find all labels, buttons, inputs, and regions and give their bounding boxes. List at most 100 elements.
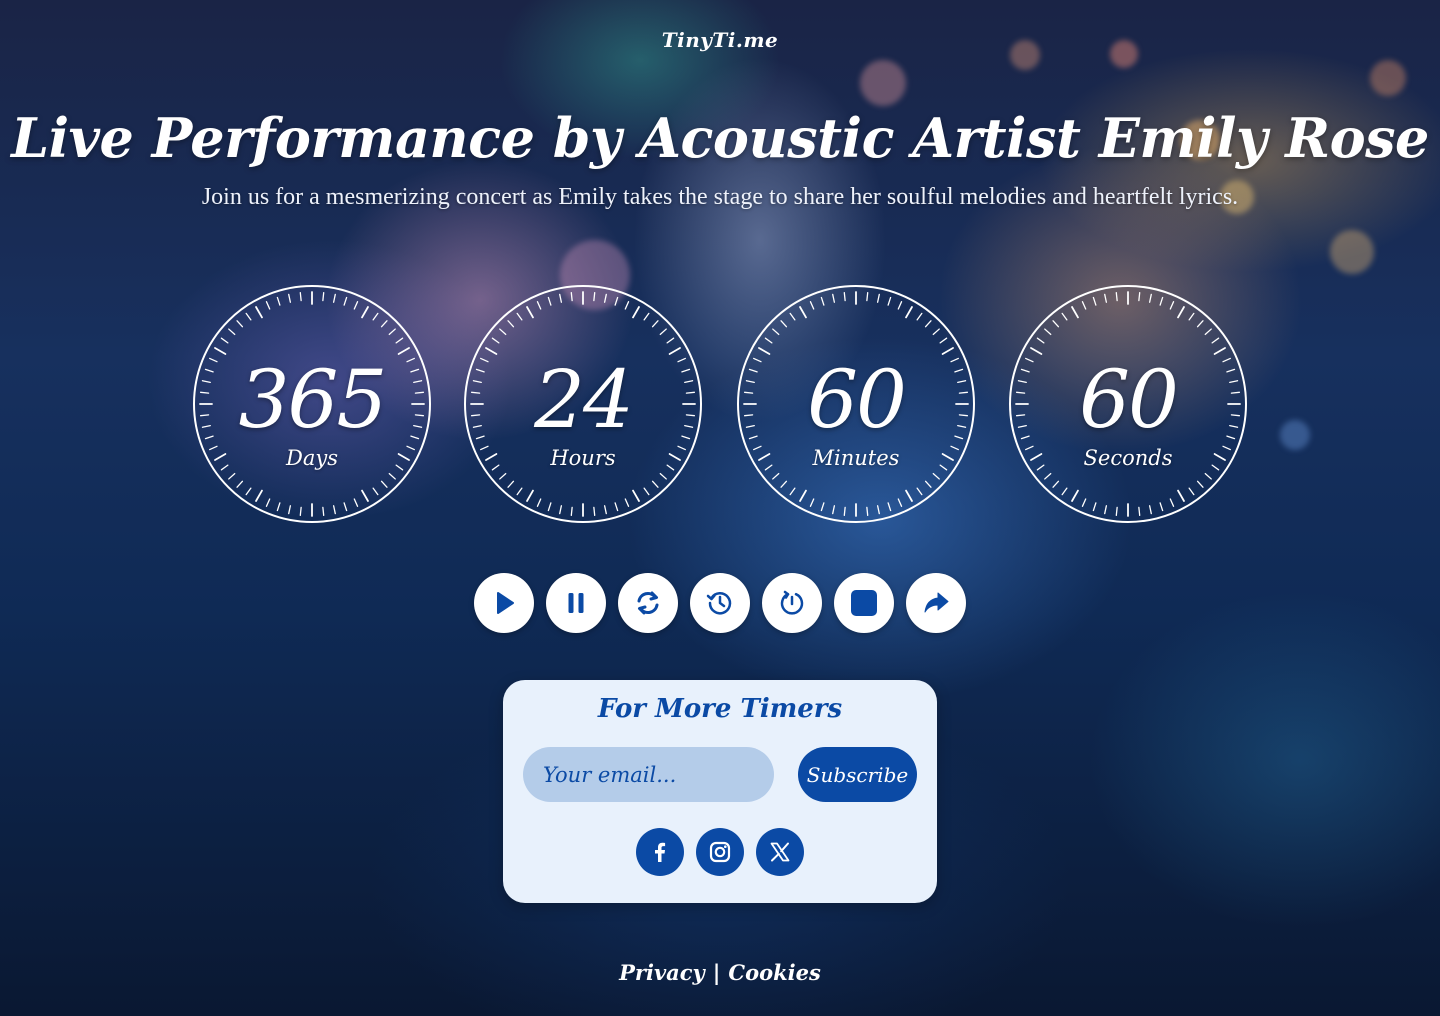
clock-tick <box>809 498 815 507</box>
clock-tick <box>1148 293 1152 303</box>
clock-tick <box>924 480 932 488</box>
email-input[interactable] <box>523 747 774 802</box>
clock-tick <box>1052 320 1060 328</box>
clock-tick <box>1104 505 1108 515</box>
countdown-unit: Hours <box>550 446 616 470</box>
clock-tick <box>916 312 923 321</box>
clock-tick <box>228 328 236 336</box>
clock-tick <box>887 296 892 306</box>
clock-tick <box>624 498 630 507</box>
countdown-value: 24 <box>534 353 634 446</box>
clock-tick <box>499 328 507 336</box>
instagram-link[interactable] <box>696 828 744 876</box>
clock-tick <box>939 337 948 344</box>
clock-tick <box>332 293 336 303</box>
clock-tick <box>832 505 836 515</box>
clock-tick <box>843 506 846 517</box>
brand-logo[interactable]: TinyTi.me <box>0 28 1440 52</box>
clock-tick <box>666 337 675 344</box>
clock-tick <box>388 328 396 336</box>
pause-button[interactable] <box>546 573 606 633</box>
share-button[interactable] <box>906 573 966 633</box>
clock-tick <box>1092 502 1097 512</box>
clock-tick <box>593 506 596 517</box>
privacy-link[interactable]: Privacy <box>619 960 705 985</box>
countdown-seconds: 60 Seconds <box>1008 284 1248 524</box>
clock-tick <box>220 337 229 344</box>
clock-tick <box>547 502 552 512</box>
clock-tick <box>866 291 869 302</box>
clock-tick <box>651 320 659 328</box>
clock-tick <box>499 472 507 480</box>
clock-tick <box>651 480 659 488</box>
clock-tick <box>559 505 563 515</box>
instagram-icon <box>709 841 731 863</box>
clock-tick <box>395 337 404 344</box>
clock-tick <box>516 487 523 496</box>
clock-tick <box>924 320 932 328</box>
facebook-icon <box>655 842 666 862</box>
play-icon <box>497 592 514 614</box>
clock-tick <box>820 502 825 512</box>
timer-controls <box>474 573 974 633</box>
countdown-unit: Minutes <box>812 446 900 470</box>
countdown-value: 60 <box>807 353 907 446</box>
clock-tick <box>353 301 359 310</box>
clock-tick <box>516 312 523 321</box>
clock-tick <box>276 502 281 512</box>
clock-tick <box>1061 312 1068 321</box>
clock-tick <box>380 320 388 328</box>
clock-tick <box>1071 489 1079 502</box>
clock-tick <box>245 487 252 496</box>
clock-tick <box>916 487 923 496</box>
clock-tick <box>1061 487 1068 496</box>
clock-tick <box>764 337 773 344</box>
history-button[interactable] <box>690 573 750 633</box>
countdown-unit: Days <box>286 446 338 470</box>
clock-tick <box>659 472 667 480</box>
subscribe-button[interactable]: Subscribe <box>798 747 917 802</box>
facebook-link[interactable] <box>636 828 684 876</box>
clock-tick <box>1071 306 1079 319</box>
clock-tick <box>245 312 252 321</box>
countdown-unit: Seconds <box>1083 446 1173 470</box>
clock-tick <box>659 328 667 336</box>
restart-button[interactable] <box>618 573 678 633</box>
clock-tick <box>632 306 640 319</box>
cookies-link[interactable]: Cookies <box>728 960 820 985</box>
stop-button[interactable] <box>834 573 894 633</box>
play-button[interactable] <box>474 573 534 633</box>
clock-tick <box>491 337 500 344</box>
clock-tick <box>288 293 292 303</box>
clock-tick <box>789 487 796 496</box>
countdown-value: 60 <box>1079 353 1179 446</box>
clock-tick <box>1159 296 1164 306</box>
clock-tick <box>288 505 292 515</box>
clock-tick <box>570 506 573 517</box>
timer-reset-button[interactable] <box>762 573 822 633</box>
clock-tick <box>780 320 788 328</box>
clock-tick <box>1169 301 1175 310</box>
clock-tick <box>603 293 607 303</box>
clock-tick <box>799 306 807 319</box>
clock-tick <box>820 296 825 306</box>
clock-tick <box>236 320 244 328</box>
clock-tick <box>1052 480 1060 488</box>
clock-tick <box>832 293 836 303</box>
clock-tick <box>1036 337 1045 344</box>
clock-tick <box>624 301 630 310</box>
clock-tick <box>614 502 619 512</box>
clock-tick <box>361 489 369 502</box>
clock-tick <box>1169 498 1175 507</box>
footer-links: Privacy | Cookies <box>0 960 1440 985</box>
clock-tick <box>897 301 903 310</box>
clock-tick <box>559 293 563 303</box>
x-link[interactable] <box>756 828 804 876</box>
clock-tick <box>1188 487 1195 496</box>
clock-tick <box>772 328 780 336</box>
clock-tick <box>547 296 552 306</box>
bokeh-light <box>1280 420 1310 450</box>
clock-tick <box>643 487 650 496</box>
clock-tick <box>887 502 892 512</box>
clock-tick <box>1148 505 1152 515</box>
